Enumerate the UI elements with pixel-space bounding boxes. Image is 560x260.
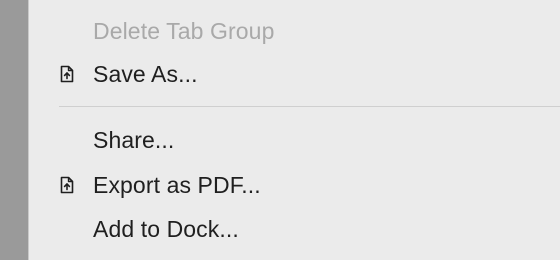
menu-item-label: Add to Dock... xyxy=(93,215,239,242)
screen: Delete Tab Group Save As... Share... Exp… xyxy=(0,0,560,260)
menu-item-label: Export as PDF... xyxy=(93,171,261,198)
menu-item-delete-tab-group: Delete Tab Group xyxy=(29,9,560,53)
menu-item-add-to-dock[interactable]: Add to Dock... xyxy=(29,207,560,251)
context-menu: Delete Tab Group Save As... Share... Exp… xyxy=(28,0,560,260)
menu-item-save-as[interactable]: Save As... xyxy=(29,52,560,96)
menu-item-export-as-pdf[interactable]: Export as PDF... xyxy=(29,163,560,207)
menu-item-label: Save As... xyxy=(93,60,198,87)
menu-separator xyxy=(59,106,560,107)
menu-item-label: Delete Tab Group xyxy=(93,17,275,44)
document-arrow-up-icon xyxy=(60,176,74,194)
menu-item-label: Share... xyxy=(93,126,175,153)
menu-item-share[interactable]: Share... xyxy=(29,118,560,162)
document-arrow-up-icon xyxy=(60,65,74,83)
